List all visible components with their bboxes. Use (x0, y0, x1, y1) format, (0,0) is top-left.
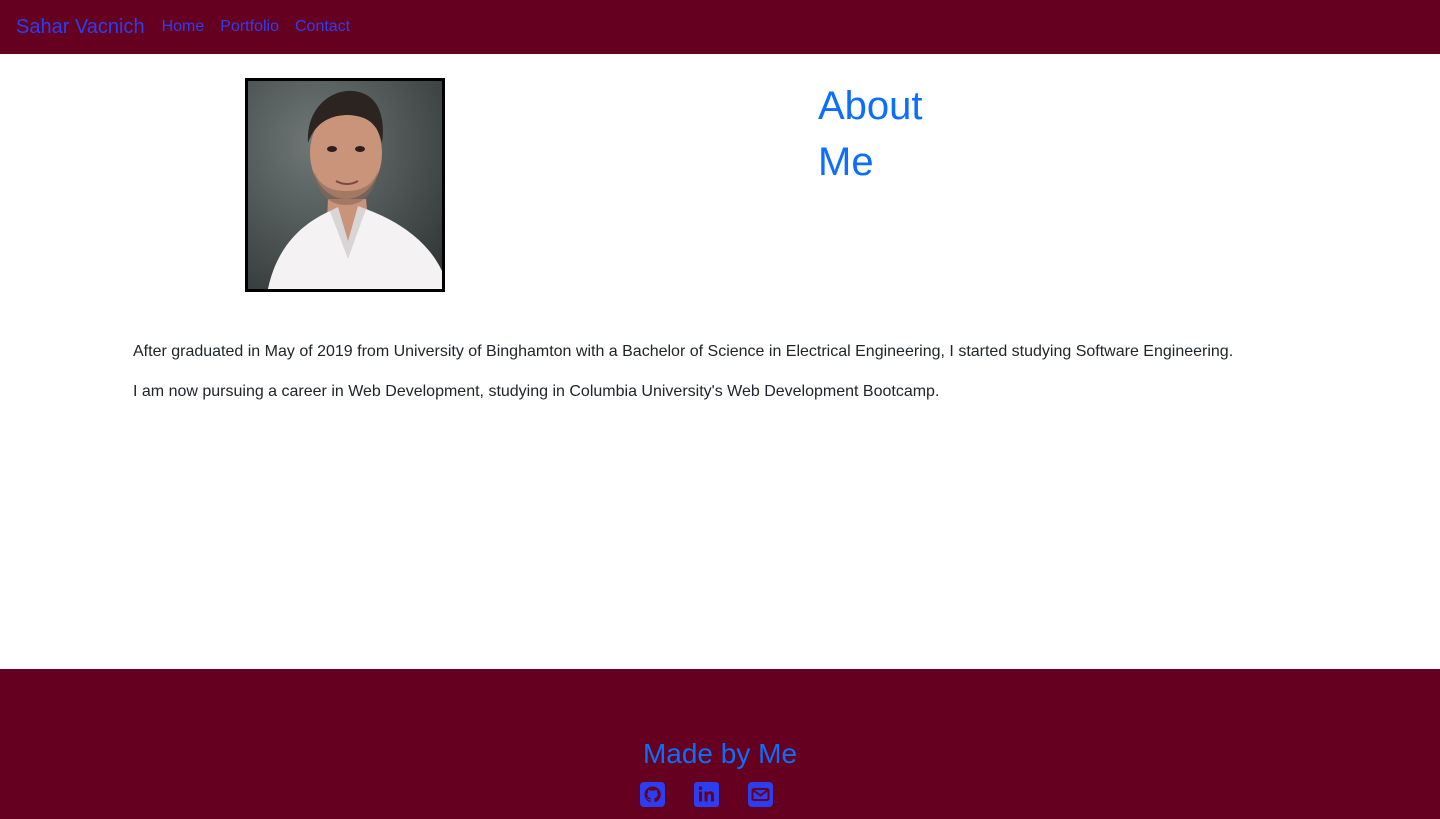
bio-paragraph: I am now pursuing a career in Web Develo… (133, 383, 940, 400)
bio-section: After graduated in May of 2019 from Univ… (133, 340, 1313, 404)
nav-link-contact[interactable]: Contact (295, 18, 350, 36)
footer-title: Made by Me (642, 738, 798, 769)
navbar: Sahar Vacnich Home Portfolio Contact (0, 0, 1440, 54)
email-icon[interactable] (748, 782, 773, 807)
github-icon[interactable] (640, 782, 665, 807)
nav-link-portfolio[interactable]: Portfolio (220, 18, 279, 36)
brand-link[interactable]: Sahar Vacnich (16, 17, 145, 37)
about-heading: About Me (818, 84, 923, 184)
social-links (640, 782, 773, 807)
linkedin-icon[interactable] (694, 782, 719, 807)
bio-paragraph: After graduated in May of 2019 from Univ… (133, 343, 1234, 360)
profile-photo (245, 78, 445, 292)
nav-link-home[interactable]: Home (162, 18, 205, 36)
footer: Made by Me (0, 669, 1440, 819)
nav-links: Home Portfolio Contact (162, 18, 367, 36)
